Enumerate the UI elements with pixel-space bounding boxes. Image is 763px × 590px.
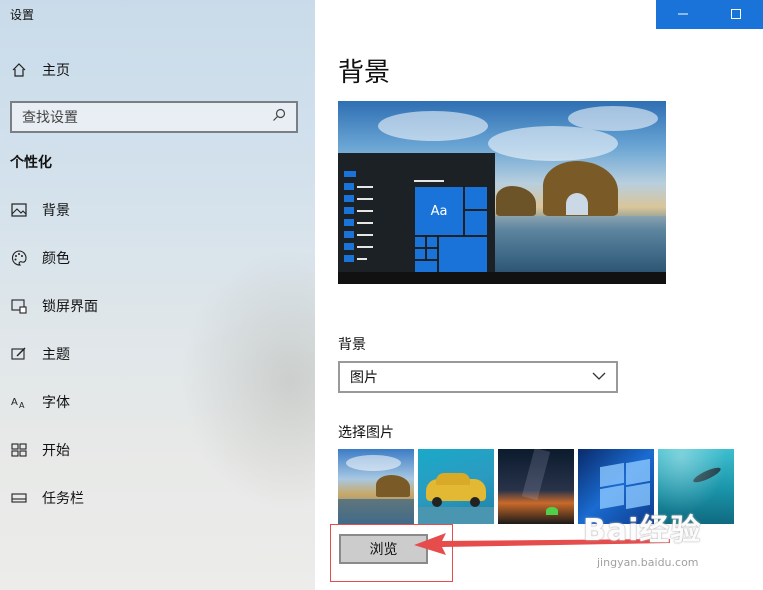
start-icon	[10, 441, 28, 459]
sidebar-item-label: 锁屏界面	[42, 299, 98, 315]
sidebar-item-start[interactable]: 开始	[10, 438, 70, 462]
sidebar-item-home[interactable]: 主页	[10, 58, 70, 82]
page-title: 背景	[338, 58, 391, 88]
font-icon: AA	[10, 393, 28, 411]
main-content: 背景 Aa 背景 图片 选择图片 浏览 Bai经验 jingyan.baidu.…	[315, 0, 763, 590]
app-title: 设置	[10, 8, 35, 22]
svg-text:A: A	[19, 401, 25, 410]
picture-thumbnail[interactable]	[498, 449, 574, 524]
search-placeholder: 查找设置	[22, 110, 78, 126]
window-controls	[656, 0, 763, 29]
home-icon	[10, 61, 28, 79]
sidebar-item-label: 背景	[42, 203, 70, 219]
taskbar-icon	[10, 489, 28, 507]
sidebar-item-taskbar[interactable]: 任务栏	[10, 486, 84, 510]
maximize-button[interactable]	[709, 0, 762, 29]
svg-text:A: A	[11, 397, 18, 408]
image-icon	[10, 201, 28, 219]
sidebar-item-label: 颜色	[42, 251, 70, 267]
search-icon[interactable]	[272, 108, 286, 126]
sidebar: 设置 主页 查找设置 个性化 背景 颜色 锁屏界面 主题 A A 字体 开始 任…	[0, 0, 315, 590]
picture-thumbnail[interactable]	[338, 449, 414, 524]
chevron-down-icon	[592, 369, 606, 385]
minimize-button[interactable]	[656, 0, 709, 29]
maximize-icon	[730, 5, 742, 24]
background-label: 背景	[338, 337, 366, 353]
section-title: 个性化	[10, 155, 52, 171]
theme-icon	[10, 345, 28, 363]
sidebar-item-theme[interactable]: 主题	[10, 342, 70, 366]
sidebar-item-lock-screen[interactable]: 锁屏界面	[10, 294, 98, 318]
sidebar-item-color[interactable]: 颜色	[10, 246, 70, 270]
background-type-select[interactable]: 图片	[338, 361, 618, 393]
sidebar-item-background[interactable]: 背景	[10, 198, 70, 222]
select-value: 图片	[350, 370, 378, 386]
choose-picture-label: 选择图片	[338, 425, 394, 441]
start-menu-preview: Aa	[338, 153, 495, 273]
watermark-url: jingyan.baidu.com	[597, 556, 699, 569]
lock-screen-icon	[10, 297, 28, 315]
sidebar-item-font[interactable]: AA 字体	[10, 390, 70, 414]
sidebar-item-label: 主题	[42, 347, 70, 363]
sidebar-item-label: 任务栏	[42, 491, 84, 507]
search-input[interactable]: 查找设置	[10, 101, 298, 133]
picture-thumbnail[interactable]	[418, 449, 494, 524]
watermark-logo: Bai经验	[583, 513, 702, 548]
sidebar-item-label: 开始	[42, 443, 70, 459]
sidebar-item-label: 字体	[42, 395, 70, 411]
palette-icon	[10, 249, 28, 267]
minimize-icon	[677, 5, 689, 24]
sidebar-item-label: 主页	[42, 63, 70, 79]
preview-tile: Aa	[414, 186, 464, 236]
background-preview: Aa	[338, 101, 666, 284]
